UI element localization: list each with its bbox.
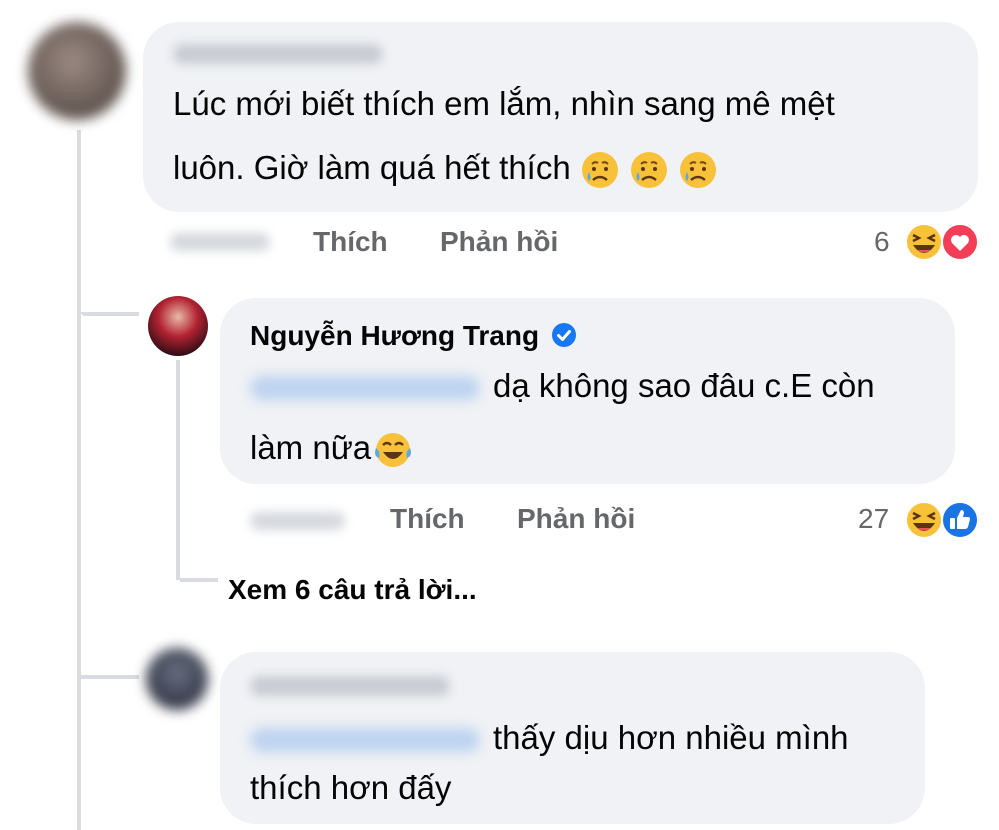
- mentioned-user-2-blurred[interactable]: [250, 728, 480, 752]
- commenter-avatar[interactable]: [28, 22, 126, 120]
- verified-badge-icon: [551, 323, 576, 347]
- reply-text-line-1: dạ không sao đâu c.E còn: [493, 367, 875, 404]
- reaction-count[interactable]: 6: [874, 226, 890, 258]
- like-emoji[interactable]: [940, 500, 980, 540]
- commenter-2-name-blurred[interactable]: [250, 676, 450, 696]
- thread-connector-reply1: [81, 312, 139, 316]
- sad-relieved-face-emoji: [631, 152, 668, 189]
- thread-connector-comment2: [81, 675, 139, 679]
- haha-emoji[interactable]: [904, 222, 944, 262]
- comment-text-line-2: luôn. Giờ làm quá hết thích: [173, 136, 718, 200]
- comment-2-text-line-2: thích hơn đấy: [250, 769, 452, 806]
- love-emoji[interactable]: [940, 222, 980, 262]
- comment-text-line-1: Lúc mới biết thích em lắm, nhìn sang mê …: [173, 85, 835, 122]
- comment-2-bubble: thấy dịu hơn nhiều mình thích hơn đấy: [220, 652, 925, 824]
- view-more-replies-link[interactable]: Xem 6 câu trả lời...: [228, 574, 477, 606]
- like-button[interactable]: Thích: [313, 226, 388, 258]
- reply-button[interactable]: Phản hồi: [440, 226, 558, 258]
- tears-of-joy-emoji: [375, 433, 412, 468]
- comment-timestamp-blurred[interactable]: [170, 233, 270, 251]
- mentioned-user-blurred[interactable]: [250, 376, 480, 400]
- reply-author-name[interactable]: Nguyễn Hương Trang: [250, 320, 577, 352]
- reply-reply-button[interactable]: Phản hồi: [517, 503, 635, 535]
- reply-text-line-2-text: làm nữa: [250, 429, 372, 466]
- thread-connector-view-replies: [180, 578, 218, 582]
- reply-reaction-count[interactable]: 27: [858, 503, 889, 535]
- comment-2-text-line-1: thấy dịu hơn nhiều mình: [493, 719, 849, 756]
- commenter-2-avatar[interactable]: [146, 648, 208, 710]
- reply-bubble: Nguyễn Hương Trang dạ không sao đâu c.E …: [220, 298, 955, 484]
- haha-emoji[interactable]: [904, 500, 944, 540]
- thread-line-reply: [176, 360, 180, 580]
- reply-text-line-2: làm nữa: [250, 416, 413, 480]
- comment-bubble: Lúc mới biết thích em lắm, nhìn sang mê …: [143, 22, 978, 212]
- reply-author-name-text: Nguyễn Hương Trang: [250, 320, 540, 351]
- thread-line-main: [77, 130, 81, 830]
- comment-text-line-2-text: luôn. Giờ làm quá hết thích: [173, 149, 571, 186]
- sad-relieved-face-emoji: [581, 152, 618, 189]
- author-avatar[interactable]: [148, 296, 208, 356]
- reply-like-button[interactable]: Thích: [390, 503, 465, 535]
- reply-timestamp-blurred[interactable]: [250, 512, 345, 530]
- commenter-name-blurred[interactable]: [173, 44, 383, 64]
- sad-relieved-face-emoji: [680, 152, 717, 189]
